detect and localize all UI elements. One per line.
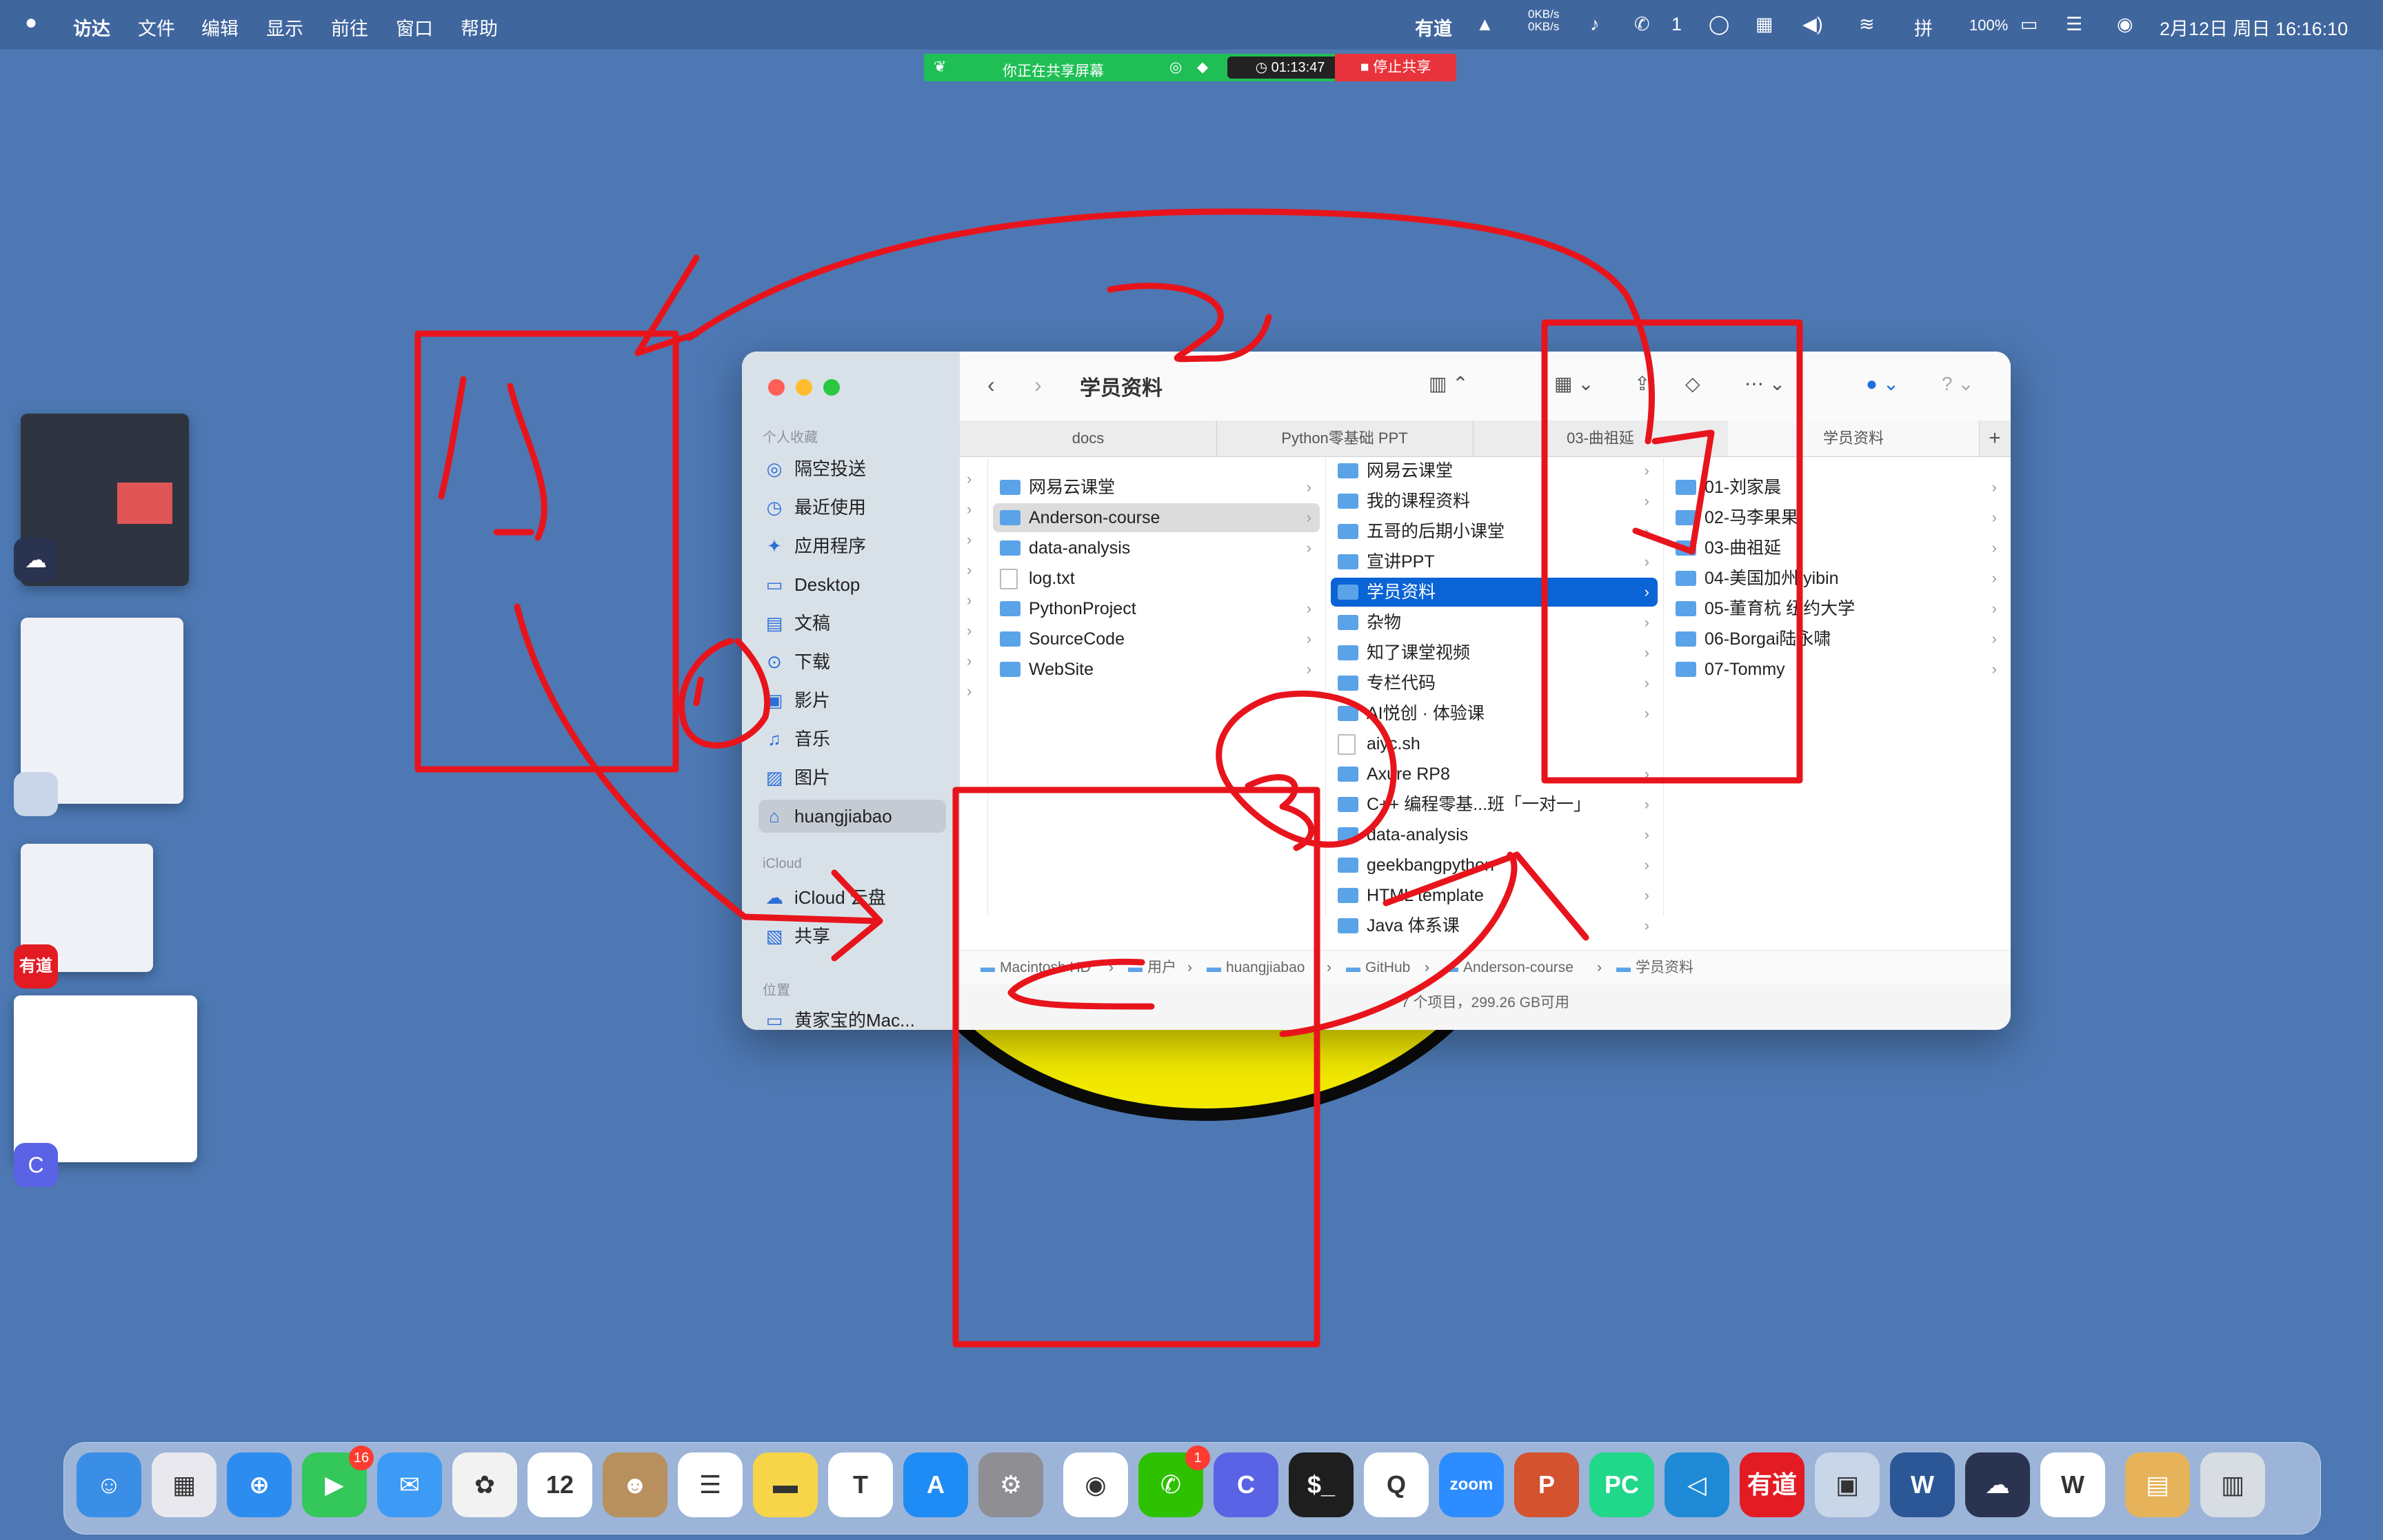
dock-icon-glyph: W [1911,1470,1934,1499]
dock-icon-glyph: ◁ [1687,1470,1707,1499]
wps-dock-icon[interactable]: W [2040,1452,2105,1517]
reminders-dock-icon[interactable]: ☰ [678,1452,743,1517]
dock-icon-glyph: 有道 [1747,1470,1797,1499]
dock-icon-glyph: W [2061,1470,2084,1499]
wechat-dock-icon[interactable]: ✆ 1 [1138,1446,1210,1517]
notes-dock-icon[interactable]: ▬ [753,1452,818,1517]
dock-icon-glyph: ☺ [96,1470,122,1499]
dock-icon-glyph: T [853,1470,868,1499]
annotation-digit-1b [693,676,704,707]
dock-icon-glyph: ☻ [622,1470,648,1499]
dock-icon-glyph: ◉ [1085,1470,1107,1499]
shell-app-dock-icon[interactable]: ☁ [1965,1452,2030,1517]
annotation-arrow-top [686,208,1656,445]
contacts-dock-icon[interactable]: ☻ [603,1452,667,1517]
youdao-dock-icon[interactable]: 有道 [1740,1452,1804,1517]
dock-icon-glyph: ▶ [325,1470,344,1499]
dock: ☺ ▦ ⊕ ▶ 16 ✉ ✿ 12 ☻ ☰ ▬ T A ⚙ ◉ ✆ 1 C $_ Qzoom P PC ◁ 有道 ▣ W ☁ W ▤ ▥ [63,1442,2321,1534]
preview-dock-icon[interactable]: ▣ [1815,1452,1880,1517]
dock-icon-glyph: PC [1604,1470,1639,1499]
dock-icon-glyph: A [927,1470,945,1499]
word-dock-icon[interactable]: W [1890,1452,1955,1517]
annotation-arrow-path [1007,958,1155,1010]
mail-dock-icon[interactable]: ✉ [377,1452,442,1517]
dock-icon-glyph: ✉ [399,1470,421,1499]
chrome-dock-icon[interactable]: ◉ [1063,1452,1128,1517]
annotation-curve-left [514,603,879,924]
dock-icon-glyph: ▬ [773,1470,798,1499]
archive-dock-icon[interactable]: ▤ [2125,1452,2190,1517]
qq-dock-icon[interactable]: Q [1364,1452,1429,1517]
annotation-arrowhead-left [831,869,883,962]
calendar-dock-icon[interactable]: 12 [527,1452,592,1517]
annotation-arrowhead-bottom [1382,851,1589,941]
annotation-arrowhead-right [1632,429,1715,555]
pycharm-dock-icon[interactable]: PC [1589,1452,1654,1517]
dock-badge: 1 [1185,1446,1210,1470]
dock-icon-glyph: C [1237,1470,1255,1499]
annotation-circle-1 [678,638,771,749]
dock-icon-glyph: ✆ [1160,1470,1182,1499]
app-store-dock-icon[interactable]: A [903,1452,968,1517]
powerpoint-dock-icon[interactable]: P [1514,1452,1579,1517]
c-app-dock-icon[interactable]: C [1214,1452,1278,1517]
annotation-digit-2 [1107,283,1272,363]
dock-icon-glyph: $_ [1307,1470,1336,1499]
terminal-dock-icon[interactable]: $_ [1289,1452,1354,1517]
finder-dock-icon[interactable]: ☺ [77,1452,141,1517]
annotation-arrowhead-top [634,254,700,356]
annotation-box-3 [1541,319,1803,784]
dock-icon-glyph: ☰ [698,1470,722,1499]
vscode-dock-icon[interactable]: ◁ [1665,1452,1729,1517]
dock-icon-glyph: Q [1386,1470,1406,1499]
dock-icon-glyph: ▥ [2220,1470,2244,1499]
typora-dock-icon[interactable]: T [828,1452,893,1517]
system-preferences-dock-icon[interactable]: ⚙ [978,1452,1043,1517]
dock-icon-glyph: ⊕ [248,1470,270,1499]
dock-icon-glyph: ▤ [2145,1470,2169,1499]
dock-icon-glyph: P [1538,1470,1555,1499]
annotation-box-1 [414,330,679,773]
dock-icon-glyph: ✿ [474,1470,496,1499]
dock-icon-glyph: zoom [1449,1475,1494,1494]
launchpad-dock-icon[interactable]: ▦ [152,1452,217,1517]
annotation-layer [414,208,1803,1348]
dock-icon-glyph: ▦ [172,1470,196,1499]
facetime-dock-icon[interactable]: ▶ 16 [302,1446,374,1517]
dock-icon-glyph: 12 [545,1470,574,1499]
annotation-box-2 [952,787,1320,1348]
trash-dock-icon[interactable]: ▥ [2200,1452,2265,1517]
photos-dock-icon[interactable]: ✿ [452,1452,517,1517]
annotation-digit-1 [438,376,547,541]
zoom-dock-icon[interactable]: zoom [1439,1452,1504,1517]
dock-icon-glyph: ☁ [1985,1470,2010,1499]
safari-dock-icon[interactable]: ⊕ [227,1452,292,1517]
dock-badge: 16 [349,1446,374,1470]
dock-icon-glyph: ▣ [1835,1470,1859,1499]
dock-icon-glyph: ⚙ [999,1470,1023,1499]
